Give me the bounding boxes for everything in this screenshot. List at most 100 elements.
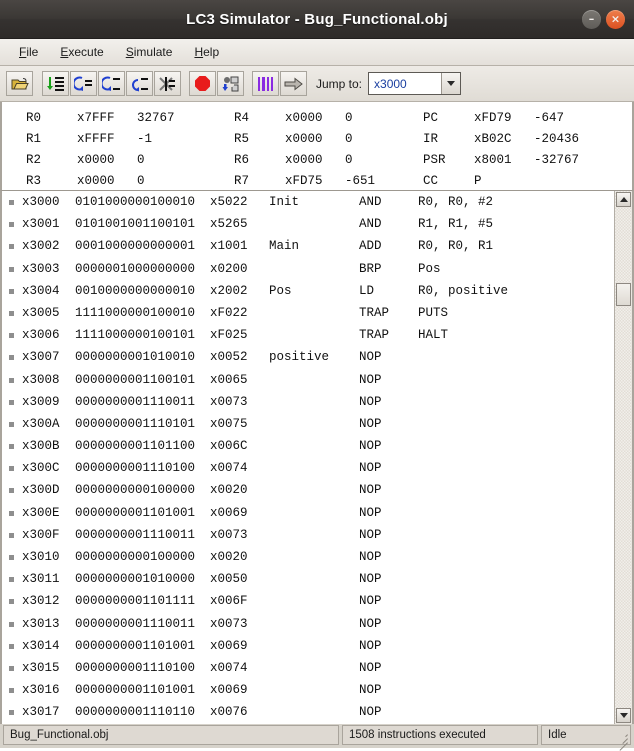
window-controls: – ×: [582, 0, 625, 38]
code-row[interactable]: x3002 0001000000000001 x1001 Main ADD R0, R0,…: [2, 235, 614, 257]
code-row[interactable]: x3011 0000000001010000 x0050 NOP: [2, 568, 614, 590]
step-over-button[interactable]: [98, 71, 125, 96]
code-opcode: NOP: [359, 439, 382, 454]
close-button[interactable]: ×: [606, 9, 625, 29]
code-row[interactable]: x3016 0000000001101001 x0069 NOP: [2, 679, 614, 701]
code-row[interactable]: x3006 1111000000100101 xF025 TRAP HALT: [2, 324, 614, 346]
code-row[interactable]: x3000 0101000000100010 x5022 Init AND R0, R0,…: [2, 191, 614, 213]
code-row[interactable]: x300E 0000000001101001 x0069 NOP: [2, 502, 614, 524]
code-row[interactable]: x3005 1111000000100010 xF022 TRAP PUTS: [2, 302, 614, 324]
code-row[interactable]: x300F 0000000001110011 x0073 NOP: [2, 524, 614, 546]
code-row[interactable]: x3012 0000000001101111 x006F NOP: [2, 590, 614, 612]
breakpoint-marker-icon[interactable]: [9, 643, 14, 649]
reset-button[interactable]: [217, 71, 244, 96]
code-row[interactable]: x3007 0000000001010010 x0052 positive NOP: [2, 346, 614, 368]
breakpoint-marker-icon[interactable]: [9, 399, 14, 405]
code-row[interactable]: x3017 0000000001110110 x0076 NOP: [2, 701, 614, 723]
code-operands: R0, positive: [418, 283, 509, 298]
scroll-up-button[interactable]: [616, 192, 631, 207]
breakpoint-marker-icon[interactable]: [9, 510, 14, 516]
step-into-button[interactable]: [70, 71, 97, 96]
menu-simulate[interactable]: Simulate: [115, 42, 184, 62]
code-label: positive: [269, 350, 330, 365]
code-hex: x0073: [210, 394, 248, 409]
register-dec-value: -647: [534, 111, 565, 125]
breakpoint-marker-icon[interactable]: [9, 288, 14, 294]
breakpoint-marker-icon[interactable]: [9, 421, 14, 427]
breakpoint-marker-icon[interactable]: [9, 532, 14, 538]
code-label: Init: [269, 195, 300, 209]
code-row[interactable]: x3010 0000000000100000 x0020 NOP: [2, 546, 614, 568]
vertical-scrollbar[interactable]: [614, 191, 632, 724]
code-row[interactable]: x300C 0000000001110100 x0074 NOP: [2, 457, 614, 479]
jump-to-value[interactable]: x3000: [369, 77, 441, 91]
jump-to-combobox[interactable]: x3000: [368, 72, 462, 95]
code-row[interactable]: x3001 0101001001100101 x5265 AND R1, R1, #5: [2, 213, 614, 235]
code-row[interactable]: x300D 0000000000100000 x0020 NOP: [2, 479, 614, 501]
register-dec-value: 0: [137, 174, 145, 188]
code-address: x3000: [22, 195, 60, 209]
breakpoint-marker-icon[interactable]: [9, 577, 14, 583]
registers-button[interactable]: [252, 71, 279, 96]
code-row[interactable]: x3008 0000000001100101 x0065 NOP: [2, 369, 614, 391]
breakpoint-marker-icon[interactable]: [9, 665, 14, 671]
breakpoint-marker-icon[interactable]: [9, 222, 14, 228]
code-row[interactable]: x3013 0000000001110011 x0073 NOP: [2, 613, 614, 635]
minimize-button[interactable]: –: [582, 9, 601, 29]
code-opcode: NOP: [359, 350, 382, 365]
breakpoint-marker-icon[interactable]: [9, 333, 14, 339]
code-row[interactable]: x3003 0000001000000000 x0200 BRP Pos: [2, 258, 614, 280]
step-down-icon: [47, 76, 64, 91]
resize-grip-icon[interactable]: [616, 731, 628, 751]
breakpoint-marker-icon[interactable]: [9, 310, 14, 316]
scroll-down-button[interactable]: [616, 708, 631, 723]
code-address: x3013: [22, 616, 60, 631]
continue-button[interactable]: [280, 71, 307, 96]
code-label: Pos: [269, 283, 292, 298]
menu-execute[interactable]: Execute: [49, 42, 114, 62]
code-row[interactable]: x3014 0000000001101001 x0069 NOP: [2, 635, 614, 657]
code-row[interactable]: x300B 0000000001101100 x006C NOP: [2, 435, 614, 457]
code-address: x3003: [22, 261, 60, 276]
code-binary: 0000000001101001: [75, 683, 196, 698]
stop-octagon-icon: [195, 76, 210, 91]
breakpoint-marker-icon[interactable]: [9, 555, 14, 560]
menu-help[interactable]: Help: [183, 42, 230, 62]
code-label: Main: [269, 239, 300, 254]
chevron-down-icon[interactable]: [441, 73, 461, 94]
lc3-simulator-window: LC3 Simulator - Bug_Functional.obj – × F…: [0, 0, 634, 751]
breakpoint-marker-icon[interactable]: [9, 444, 14, 450]
scrollbar-thumb[interactable]: [616, 283, 631, 306]
step-out-button[interactable]: [126, 71, 153, 96]
code-row[interactable]: x3015 0000000001110100 x0074 NOP: [2, 657, 614, 679]
breakpoint-marker-icon[interactable]: [9, 355, 14, 361]
code-row[interactable]: x3009 0000000001110011 x0073 NOP: [2, 391, 614, 413]
register-hex-value: xFFFF: [77, 132, 115, 146]
register-name: R1: [26, 132, 42, 146]
code-row[interactable]: x3018 0000000001100101 x0065 NOP: [2, 724, 614, 725]
breakpoint-marker-icon[interactable]: [9, 688, 14, 694]
breakpoint-marker-icon[interactable]: [9, 488, 14, 494]
open-file-button[interactable]: [6, 71, 33, 96]
stop-button[interactable]: [189, 71, 216, 96]
code-row[interactable]: x3004 0010000000000010 x2002 Pos LD R0, posit…: [2, 280, 614, 302]
breakpoint-marker-icon[interactable]: [9, 621, 14, 627]
code-row[interactable]: x300A 0000000001110101 x0075 NOP: [2, 413, 614, 435]
breakpoint-marker-icon[interactable]: [9, 200, 14, 205]
code-listing[interactable]: x3000 0101000000100010 x5022 Init AND R0, R0,…: [2, 191, 614, 724]
run-to-cursor-button[interactable]: [154, 71, 181, 96]
code-binary: 0000000001101111: [75, 594, 196, 609]
code-opcode: BRP: [359, 261, 382, 276]
breakpoint-marker-icon[interactable]: [9, 266, 14, 272]
menu-file[interactable]: File: [8, 42, 49, 62]
step-button[interactable]: [42, 71, 69, 96]
breakpoint-marker-icon[interactable]: [9, 466, 14, 472]
breakpoint-marker-icon[interactable]: [9, 244, 14, 250]
code-address: x300D: [22, 483, 60, 498]
breakpoint-marker-icon[interactable]: [9, 377, 14, 383]
breakpoint-marker-icon[interactable]: [9, 710, 14, 716]
code-binary: 0000000001110011: [75, 616, 196, 631]
folder-open-icon: [11, 77, 29, 89]
code-opcode: NOP: [359, 616, 382, 631]
breakpoint-marker-icon[interactable]: [9, 599, 14, 605]
